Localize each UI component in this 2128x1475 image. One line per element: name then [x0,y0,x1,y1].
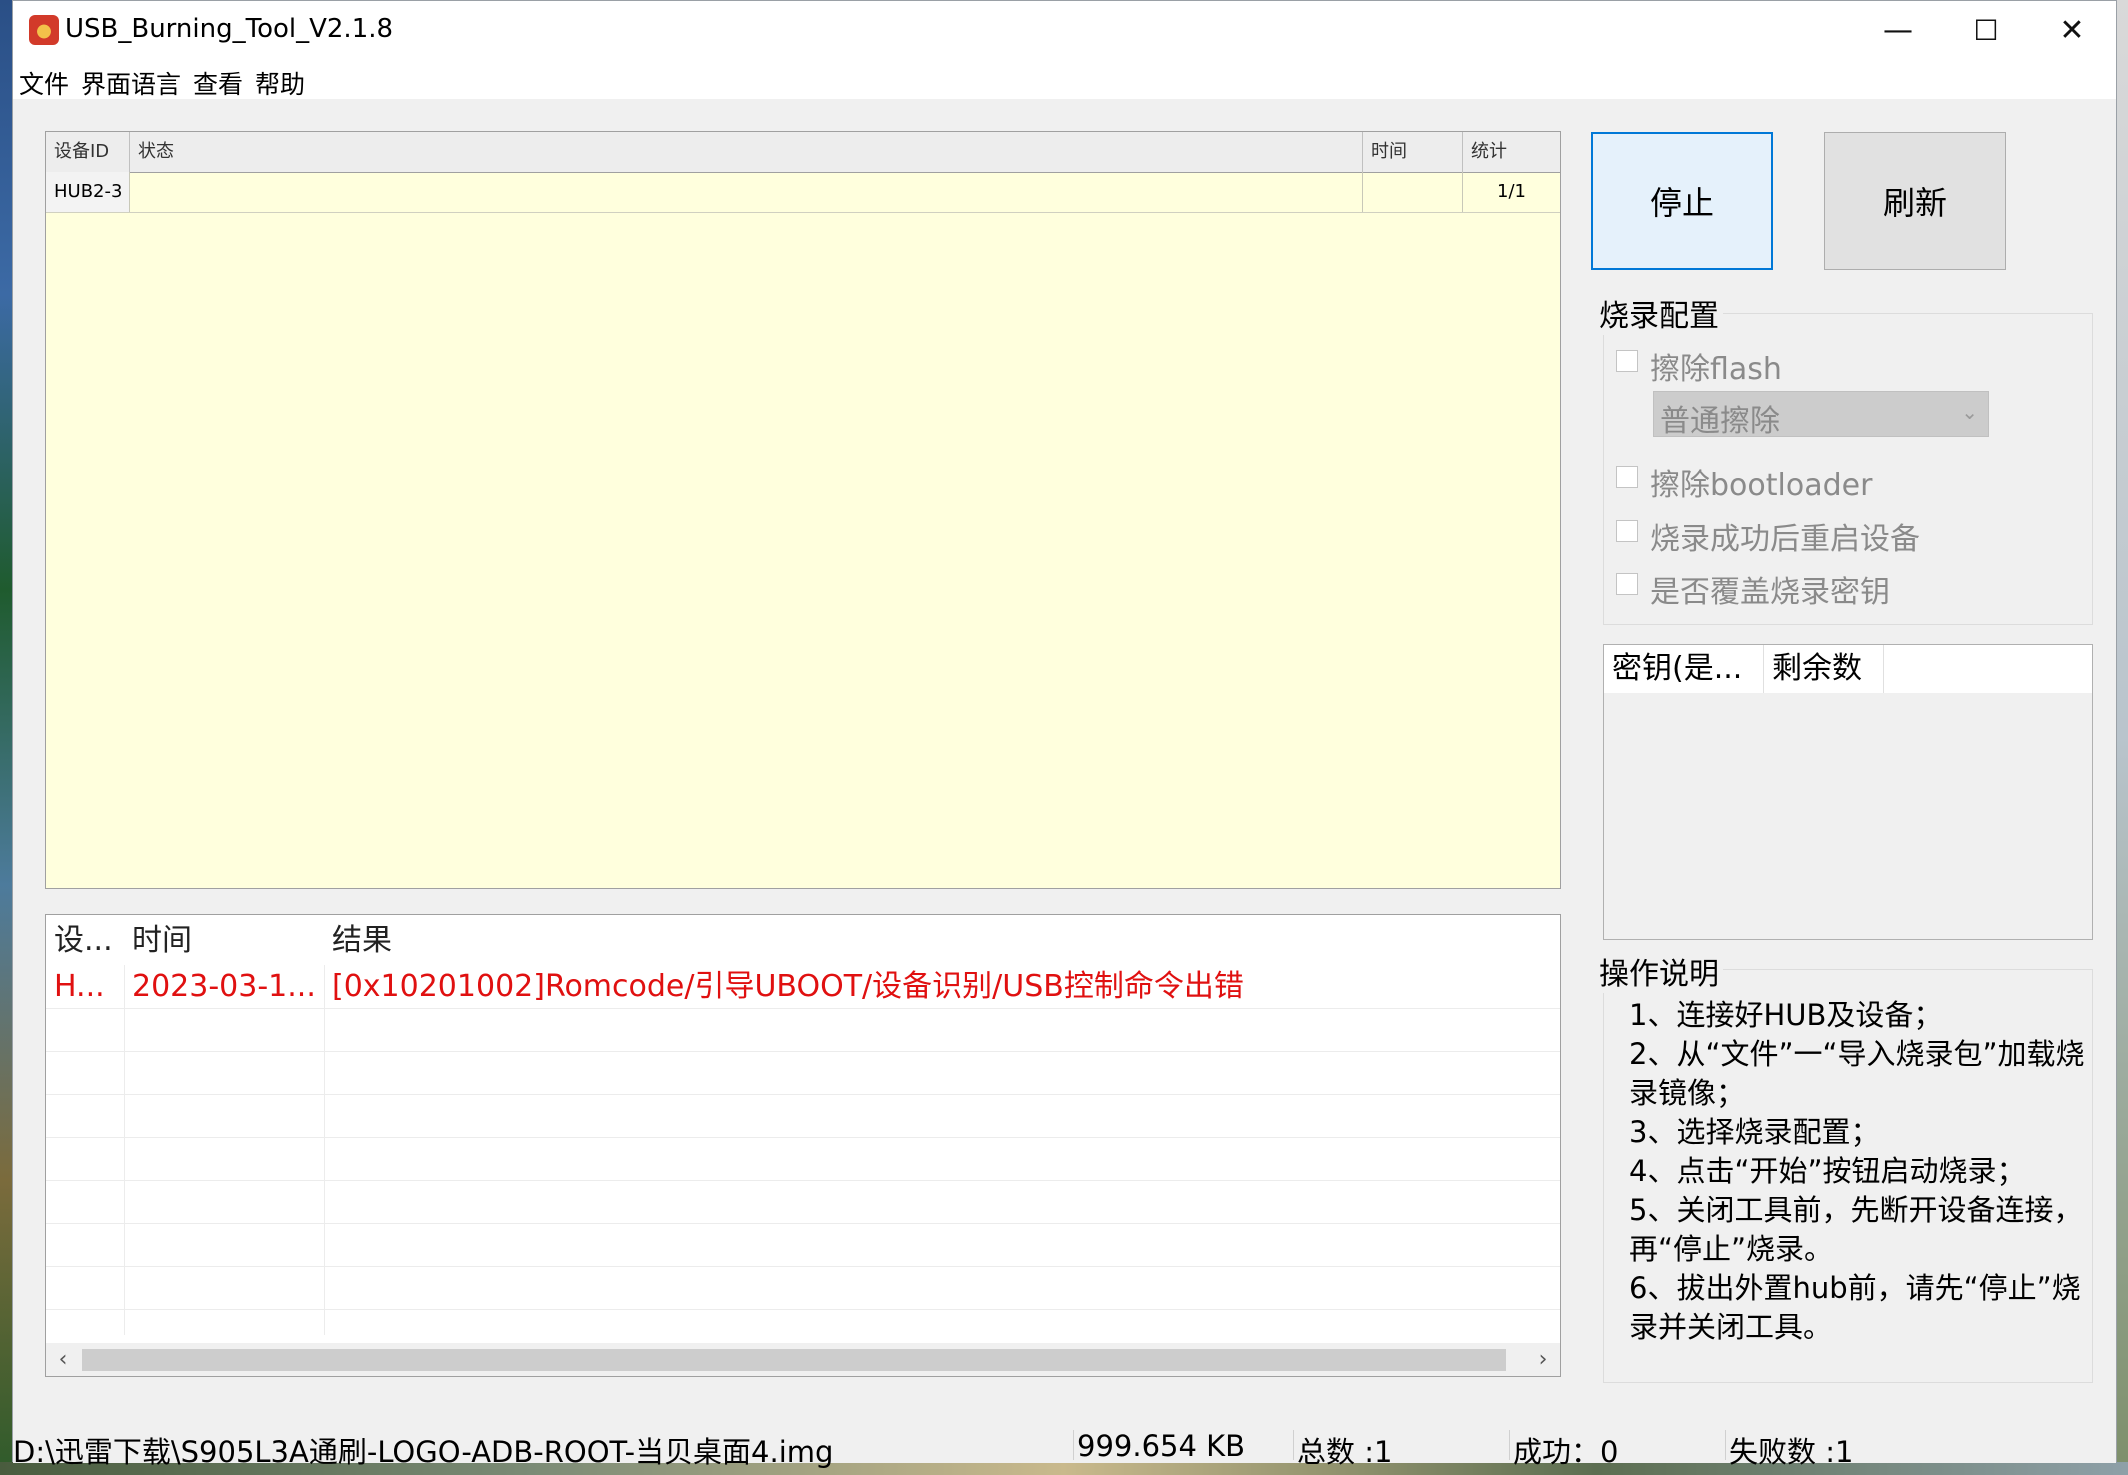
column-log-device[interactable]: 设... [46,915,124,965]
refresh-button[interactable]: 刷新 [1824,132,2006,270]
status-image-path: D:\迅雷下载\S905L3A通刷-LOGO-ADB-ROOT-当贝桌面4.im… [13,1435,834,1469]
log-row-empty [46,1094,1560,1138]
instructions-text: 1、连接好HUB及设备； 2、从“文件”一“导入烧录包”加载烧录镜像； 3、选择… [1629,996,2089,1347]
device-time-cell [1363,172,1463,212]
overwrite-key-checkbox[interactable] [1616,573,1638,595]
instructions-title: 操作说明 [1599,949,1723,993]
erase-flash-label: 擦除flash [1650,352,1782,387]
app-logo-icon [29,15,59,45]
log-device-cell: H... [54,969,105,1004]
erase-bootloader-label: 擦除bootloader [1650,468,1873,503]
log-row-empty [46,1223,1560,1267]
status-success: 成功：0 [1513,1435,1619,1469]
instruction-line: 5、关闭工具前，先断开设备连接，再“停止”烧录。 [1629,1193,2083,1266]
instruction-line: 3、选择烧录配置； [1629,1115,1880,1149]
status-image-size: 999.654 KB [1077,1429,1246,1463]
minimize-button[interactable]: — [1853,1,1943,61]
device-status-cell [130,172,1363,212]
erase-bootloader-checkbox[interactable] [1616,466,1638,488]
title-bar[interactable]: USB_Burning_Tool_V2.1.8 — ☐ ✕ [13,1,2116,61]
device-id-cell: HUB2-3 [46,172,130,212]
log-row-empty [46,1051,1560,1095]
key-list[interactable]: 密钥(是... 剩余数 [1603,644,2093,940]
log-time-cell: 2023-03-1... [132,969,316,1004]
status-divider [1725,1430,1726,1460]
menu-bar: 文件 界面语言 查看 帮助 [13,61,2116,99]
menu-language[interactable]: 界面语言 [81,65,181,101]
log-result-cell: [0x10201002]Romcode/引导UBOOT/设备识别/USB控制命令… [332,969,1244,1004]
device-grid-header: 设备ID 状态 时间 统计 [46,132,1560,173]
erase-flash-checkbox[interactable] [1616,350,1638,372]
log-row-empty [46,1008,1560,1052]
stop-button[interactable]: 停止 [1591,132,1773,270]
log-row[interactable]: H... 2023-03-1... [0x10201002]Romcode/引导… [46,965,1560,1009]
instruction-line: 2、从“文件”一“导入烧录包”加载烧录镜像； [1629,1037,2085,1110]
close-button[interactable]: ✕ [2027,1,2117,61]
scroll-right-icon[interactable]: › [1528,1343,1558,1376]
column-key[interactable]: 密钥(是... [1604,645,1764,693]
status-divider [1073,1430,1074,1460]
horizontal-scrollbar[interactable]: ‹ › [46,1343,1560,1376]
menu-file[interactable]: 文件 [19,65,69,101]
window-title: USB_Burning_Tool_V2.1.8 [65,14,394,44]
log-row-empty [46,1180,1560,1224]
device-grid[interactable]: 设备ID 状态 时间 统计 HUB2-3 1/1 [45,131,1561,889]
reboot-after-checkbox[interactable] [1616,520,1638,542]
log-grid[interactable]: 设... 时间 结果 H... 2023-03-1... [0x10201002… [45,914,1561,1377]
status-bar: D:\迅雷下载\S905L3A通刷-LOGO-ADB-ROOT-当贝桌面4.im… [13,1426,2116,1469]
device-row[interactable]: HUB2-3 1/1 [46,172,1560,213]
instruction-line: 6、拔出外置hub前，请先“停止”烧录并关闭工具。 [1629,1271,2081,1344]
overwrite-key-label: 是否覆盖烧录密钥 [1650,575,1890,610]
key-list-header: 密钥(是... 剩余数 [1604,645,2092,693]
column-log-time[interactable]: 时间 [124,915,324,965]
status-divider [1293,1430,1294,1460]
menu-help[interactable]: 帮助 [255,65,305,101]
burn-config-title: 烧录配置 [1599,291,1723,335]
column-status[interactable]: 状态 [130,132,1363,172]
scroll-left-icon[interactable]: ‹ [48,1343,78,1376]
desktop-background-right [2117,0,2128,1475]
column-log-result[interactable]: 结果 [324,915,1524,965]
reboot-after-label: 烧录成功后重启设备 [1650,522,1920,557]
erase-mode-value: 普通擦除 [1660,404,1780,439]
log-row-empty [46,1266,1560,1310]
column-count[interactable]: 统计 [1463,132,1560,172]
chevron-down-icon: ⌄ [1961,400,1978,424]
instruction-line: 1、连接好HUB及设备； [1629,998,1943,1032]
maximize-button[interactable]: ☐ [1941,1,2031,61]
column-device-id[interactable]: 设备ID [46,132,130,172]
erase-mode-select[interactable]: 普通擦除 ⌄ [1653,391,1989,439]
log-row-empty [46,1137,1560,1181]
status-divider [1509,1430,1510,1460]
column-remaining[interactable]: 剩余数 [1764,645,1884,693]
menu-view[interactable]: 查看 [193,65,243,101]
app-window: USB_Burning_Tool_V2.1.8 — ☐ ✕ 文件 界面语言 查看… [12,0,2117,1469]
desktop-background-left [0,0,12,1475]
instruction-line: 4、点击“开始”按钮启动烧录； [1629,1154,2026,1188]
device-count-cell: 1/1 [1497,181,1526,202]
column-time[interactable]: 时间 [1363,132,1463,172]
scrollbar-thumb[interactable] [82,1349,1506,1371]
status-failed: 失败数 :1 [1729,1435,1854,1469]
status-total: 总数 :1 [1297,1435,1393,1469]
